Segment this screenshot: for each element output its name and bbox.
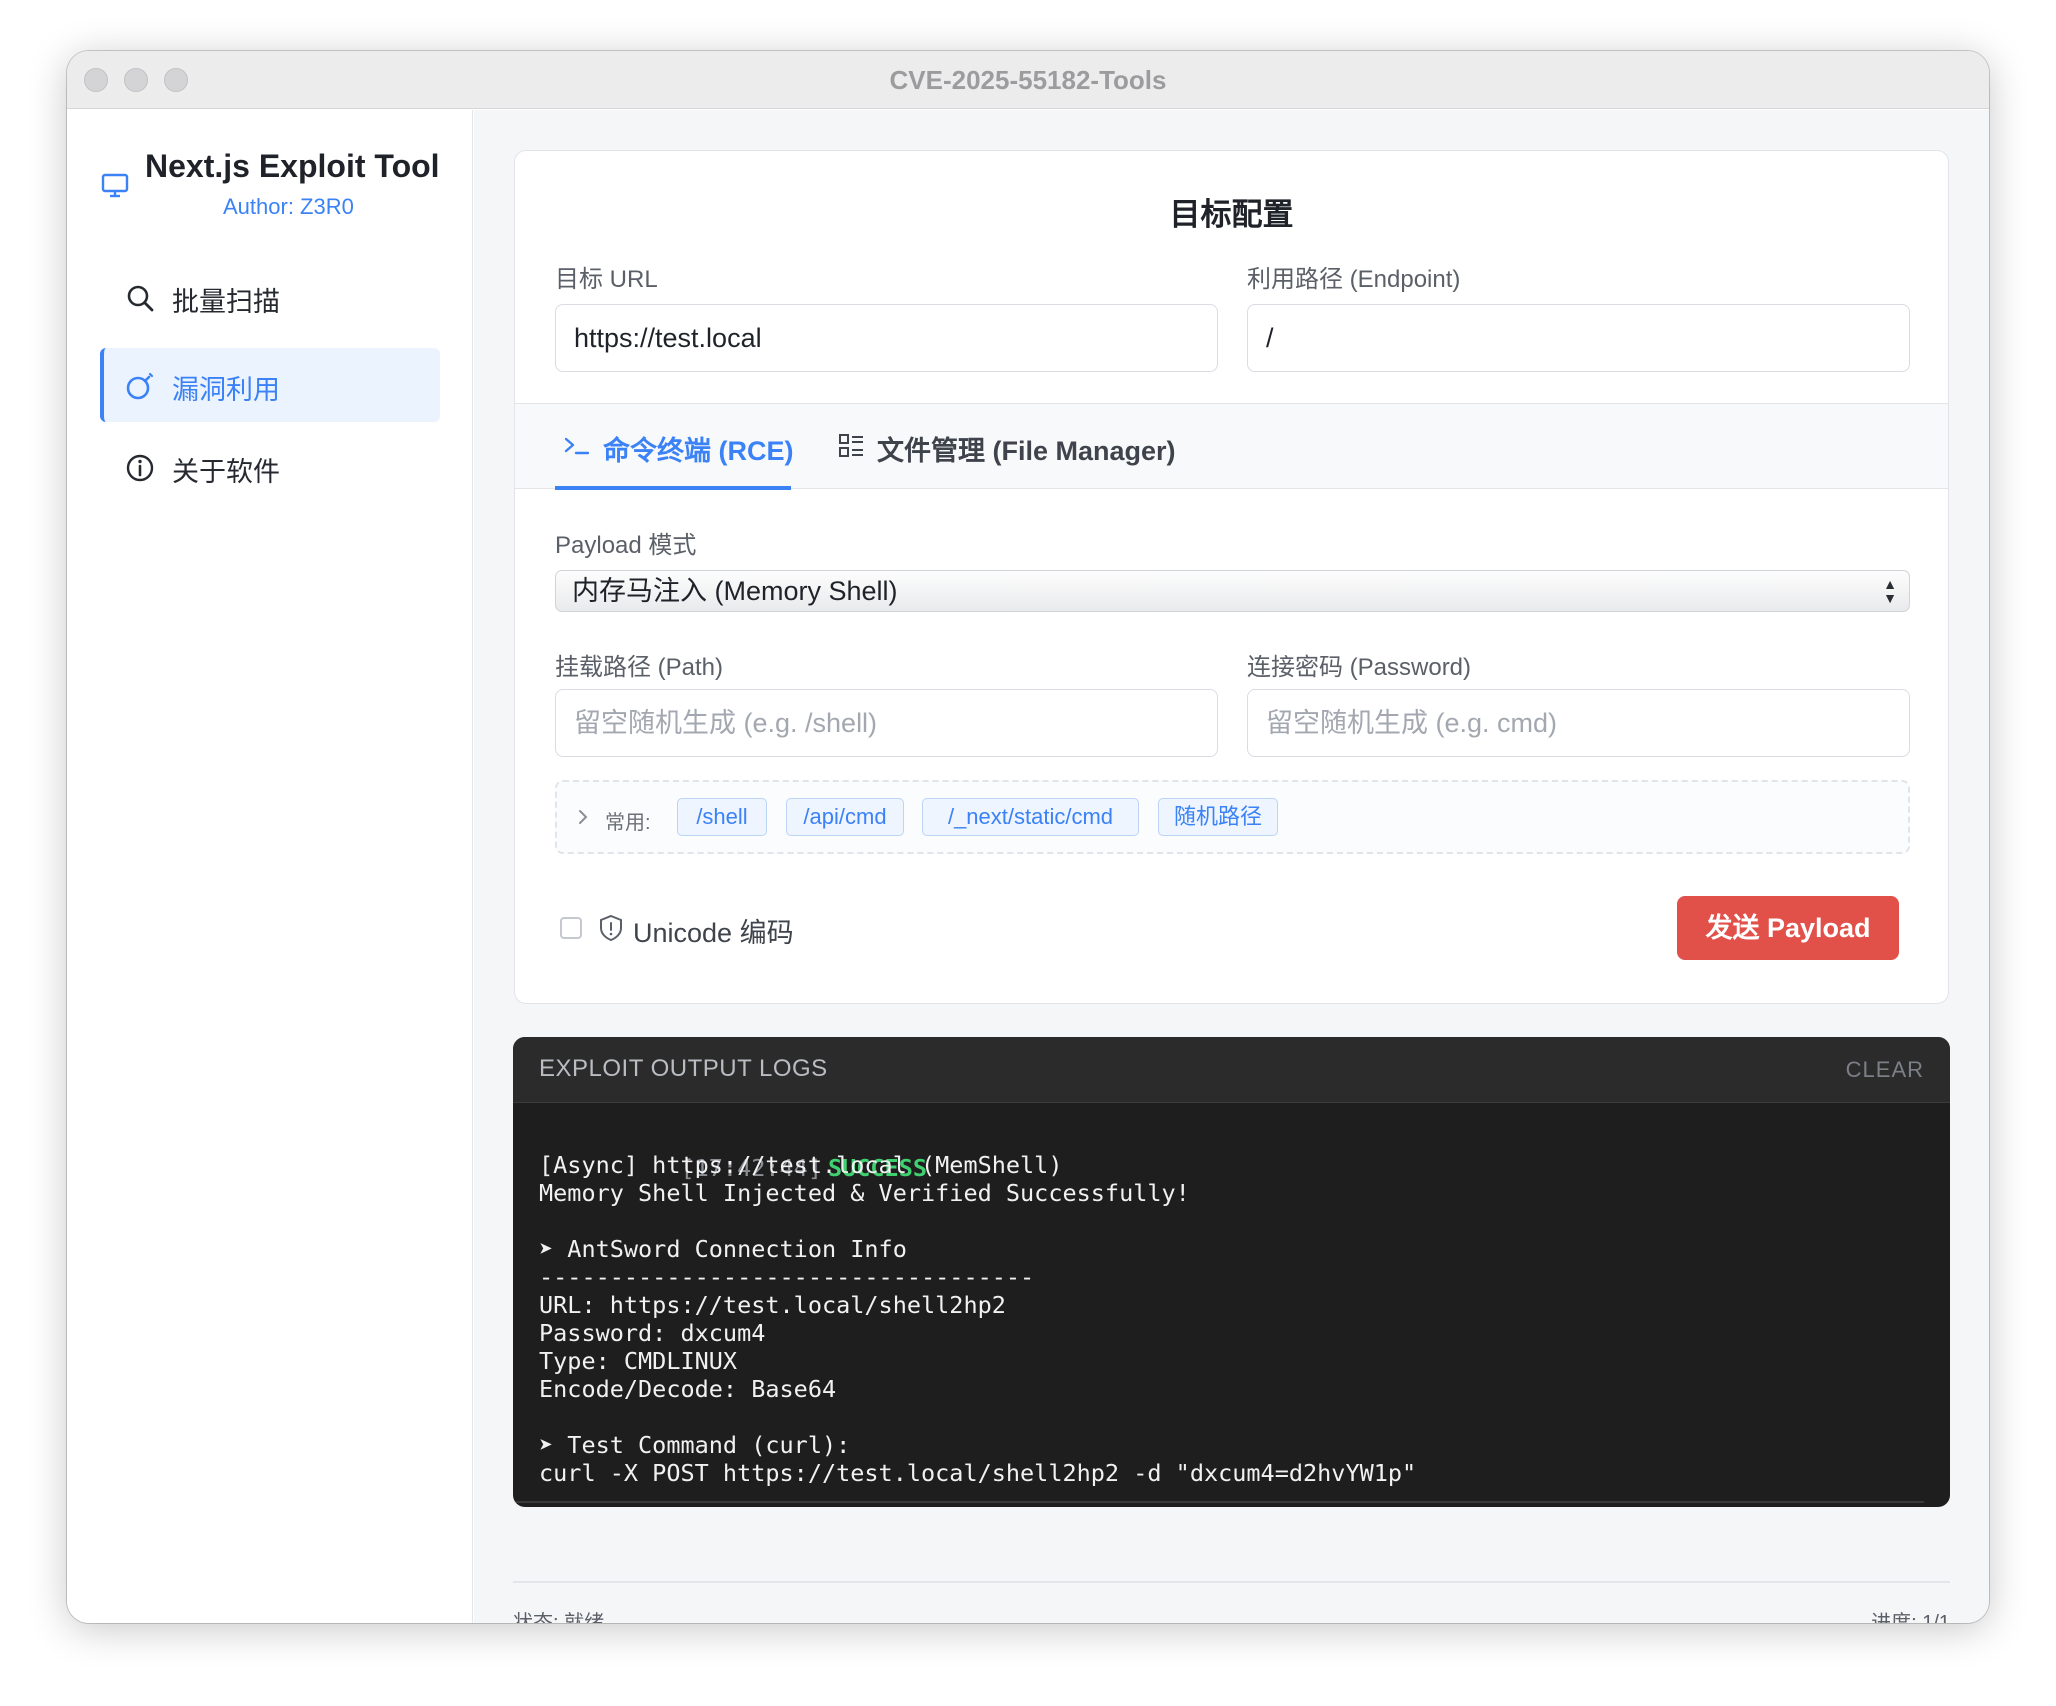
app-window: CVE-2025-55182-Tools Next.js Exploit Too… bbox=[67, 51, 1989, 1623]
status-text: 状态: 就绪 bbox=[513, 1612, 605, 1623]
search-icon bbox=[127, 285, 154, 312]
unicode-checkbox[interactable] bbox=[560, 917, 582, 939]
sidebar-item-label: 漏洞利用 bbox=[172, 375, 280, 405]
title-bar: CVE-2025-55182-Tools bbox=[67, 51, 1989, 109]
sidebar-item-about[interactable]: 关于软件 bbox=[100, 430, 440, 504]
select-arrows-icon: ▲ ▼ bbox=[1883, 576, 1897, 606]
log-header: EXPLOIT OUTPUT LOGS CLEAR bbox=[513, 1037, 1950, 1103]
log-line: ➤ AntSword Connection Info bbox=[539, 1235, 907, 1263]
log-body: [17:42:44] SUCCESS [Async] https://test.l… bbox=[539, 1117, 1924, 1487]
log-lines: [Async] https://test.local (MemShell) Mem… bbox=[539, 1151, 1924, 1487]
main-content: 目标配置 目标 URL https://test.local 利用路径 (End… bbox=[474, 110, 1989, 1623]
preset-chip-api-cmd[interactable]: /api/cmd bbox=[786, 798, 904, 836]
sidebar: Next.js Exploit Tool Author: Z3R0 批量扫描 漏… bbox=[67, 110, 473, 1623]
tab-label: 命令终端 (RCE) bbox=[603, 436, 794, 466]
bomb-icon bbox=[126, 372, 154, 400]
clear-logs-button[interactable]: CLEAR bbox=[1846, 1057, 1924, 1083]
footer-divider bbox=[513, 1581, 1950, 1583]
log-title: EXPLOIT OUTPUT LOGS bbox=[539, 1055, 828, 1082]
log-line: Memory Shell Injected & Verified Success… bbox=[539, 1179, 1190, 1207]
preset-chip-random-path[interactable]: 随机路径 bbox=[1158, 798, 1278, 836]
monitor-icon bbox=[101, 173, 129, 198]
endpoint-label: 利用路径 (Endpoint) bbox=[1247, 266, 1461, 293]
sidebar-item-batch-scan[interactable]: 批量扫描 bbox=[100, 260, 440, 334]
log-line: ➤ Test Command (curl): bbox=[539, 1431, 851, 1459]
brand-title: Next.js Exploit Tool bbox=[145, 148, 440, 184]
chevron-right-icon[interactable] bbox=[575, 804, 591, 830]
brand-author: Author: Z3R0 bbox=[223, 194, 354, 219]
log-line: URL: https://test.local/shell2hp2 bbox=[539, 1291, 1006, 1319]
target-config-card: 目标配置 目标 URL https://test.local 利用路径 (End… bbox=[514, 150, 1949, 1004]
password-input[interactable]: 留空随机生成 (e.g. cmd) bbox=[1247, 689, 1910, 757]
log-entry-header: [17:42:44] SUCCESS bbox=[539, 1117, 1924, 1182]
presets-label: 常用: bbox=[605, 812, 651, 834]
window-title: CVE-2025-55182-Tools bbox=[889, 65, 1167, 95]
payload-mode-label: Payload 模式 bbox=[555, 532, 697, 559]
sidebar-item-exploit[interactable]: 漏洞利用 bbox=[100, 348, 440, 422]
output-log-panel: EXPLOIT OUTPUT LOGS CLEAR [17:42:44] SUCC… bbox=[513, 1037, 1950, 1507]
common-paths-panel: 常用: /shell /api/cmd /_next/static/cmd 随机… bbox=[555, 780, 1910, 854]
log-line: Type: CMDLINUX bbox=[539, 1347, 738, 1375]
target-url-input[interactable]: https://test.local bbox=[555, 304, 1218, 372]
file-list-icon bbox=[839, 434, 863, 457]
tab-rce[interactable]: 命令终端 (RCE) bbox=[555, 404, 794, 490]
mount-path-label: 挂载路径 (Path) bbox=[555, 654, 724, 681]
log-line: Password: dxcum4 bbox=[539, 1319, 766, 1347]
payload-mode-value: 内存马注入 (Memory Shell) bbox=[572, 576, 898, 606]
log-scrollbar[interactable] bbox=[513, 1501, 1924, 1503]
tab-label: 文件管理 (File Manager) bbox=[877, 436, 1176, 466]
mount-path-input[interactable]: 留空随机生成 (e.g. /shell) bbox=[555, 689, 1218, 757]
preset-chip-next-static-cmd[interactable]: /_next/static/cmd bbox=[922, 798, 1139, 836]
log-line: [Async] https://test.local (MemShell) bbox=[539, 1151, 1063, 1179]
payload-mode-select[interactable]: 内存马注入 (Memory Shell) ▲ ▼ bbox=[555, 570, 1910, 612]
terminal-icon bbox=[564, 437, 590, 455]
log-line: Encode/Decode: Base64 bbox=[539, 1375, 837, 1403]
progress-text: 进度: 1/1 bbox=[1871, 1612, 1950, 1623]
info-icon bbox=[126, 454, 154, 482]
log-line: ----------------------------------- bbox=[539, 1263, 1035, 1291]
sidebar-item-label: 批量扫描 bbox=[172, 287, 280, 317]
tabs-bar: 命令终端 (RCE) 文件管理 (File Manager) bbox=[515, 403, 1948, 490]
send-payload-button[interactable]: 发送 Payload bbox=[1677, 896, 1899, 960]
target-url-label: 目标 URL bbox=[555, 266, 658, 293]
card-title: 目标配置 bbox=[1169, 197, 1294, 232]
endpoint-input[interactable]: / bbox=[1247, 304, 1910, 372]
unicode-label: Unicode 编码 bbox=[633, 918, 794, 948]
sidebar-item-label: 关于软件 bbox=[172, 457, 280, 487]
tab-file-manager[interactable]: 文件管理 (File Manager) bbox=[837, 404, 1177, 490]
shield-icon bbox=[600, 914, 622, 942]
preset-chip-shell[interactable]: /shell bbox=[677, 798, 767, 836]
password-label: 连接密码 (Password) bbox=[1247, 654, 1472, 681]
log-line: curl -X POST https://test.local/shell2hp… bbox=[539, 1459, 1417, 1487]
